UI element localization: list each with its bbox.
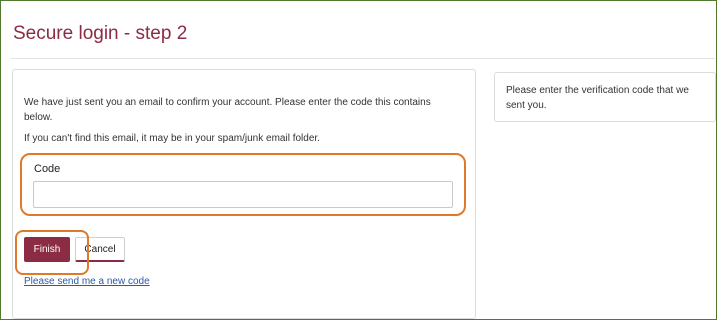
page-frame: Secure login - step 2 We have just sent … [0,0,717,320]
finish-button[interactable]: Finish [24,237,70,262]
help-text: Please enter the verification code that … [506,85,689,111]
code-input[interactable] [33,181,453,208]
spam-note: If you can't find this email, it may be … [24,133,320,144]
intro-text: We have just sent you an email to confir… [24,97,431,123]
cancel-button[interactable]: Cancel [75,237,125,262]
title-divider [11,58,715,59]
send-new-code-link[interactable]: Please send me a new code [24,276,150,288]
page-title: Secure login - step 2 [13,23,188,44]
code-label: Code [34,163,61,175]
